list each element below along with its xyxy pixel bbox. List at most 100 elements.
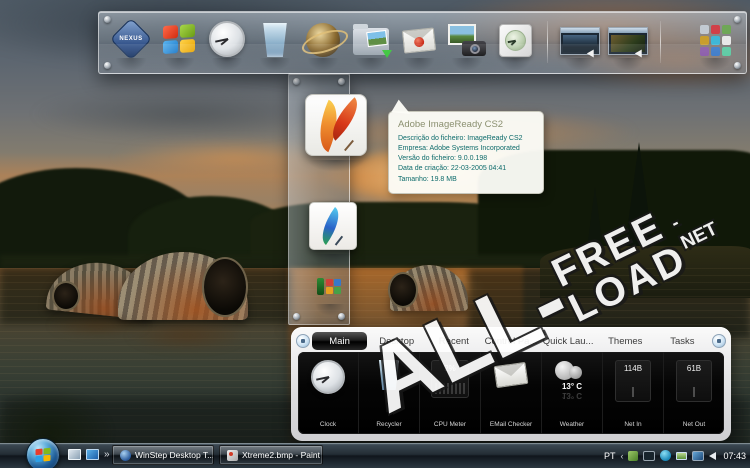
side-dock-item-imageready[interactable] [305, 94, 367, 156]
culvert-opening [202, 257, 248, 317]
recycle-bin-icon [377, 360, 401, 390]
widget-label: Net In [624, 421, 641, 428]
window-preview-icon [560, 27, 600, 55]
start-button[interactable] [26, 438, 60, 468]
widget-recycler[interactable]: Recycler [358, 352, 419, 434]
panel-menu-button[interactable] [296, 334, 310, 348]
tab-themes[interactable]: Themes [598, 332, 653, 350]
dock-divider [547, 21, 548, 63]
taskbar-button-paint[interactable]: Xtreme2.bmp - Paint [219, 445, 323, 465]
cloud-icon: 13° C 13° C [552, 360, 592, 400]
screw-icon [293, 78, 300, 85]
widget-label: Clock [320, 421, 336, 428]
feather-icon [314, 207, 347, 245]
analog-clock-icon [209, 21, 245, 57]
temperature-value: 13° C [552, 382, 592, 391]
screw-icon [734, 62, 741, 69]
tab-main[interactable]: Main [312, 332, 367, 350]
dock-item-window-preview-1[interactable] [560, 12, 600, 74]
cpu-meter-icon: 2% [431, 360, 469, 398]
screw-icon [293, 313, 300, 320]
mail-icon [402, 27, 436, 53]
side-dock-item-feather-app[interactable] [309, 202, 357, 250]
quick-launch-app-icon[interactable] [86, 449, 99, 460]
language-indicator[interactable]: PT [604, 451, 616, 461]
widget-label: Net Out [683, 421, 705, 428]
screw-icon [338, 78, 345, 85]
bottle-icon [317, 278, 324, 295]
tooltip-title: Adobe ImageReady CS2 [398, 119, 534, 130]
dock-item-windows-start[interactable] [159, 12, 199, 74]
dock-divider [660, 21, 661, 63]
tray-icon-battery[interactable] [676, 452, 687, 460]
dock-item-desktop-icons[interactable] [695, 12, 735, 74]
net-graph-icon: 114B [615, 360, 651, 402]
tab-quick-launch[interactable]: Quick Lau... [541, 332, 596, 350]
windows-flag-icon [36, 448, 51, 463]
widget-label: EMail Checker [490, 421, 532, 428]
dock-item-recycle-bin[interactable] [255, 12, 295, 74]
tray-icon-green-app[interactable] [628, 451, 638, 461]
screw-icon [104, 16, 111, 23]
tray-icon-blue-orb[interactable] [660, 450, 671, 461]
widget-label: Weather [560, 421, 584, 428]
nexus-logo-icon: NEXUS [110, 18, 152, 60]
screw-icon [734, 16, 741, 23]
overflow-chevron[interactable]: » [104, 449, 110, 460]
widget-label: Recycler [376, 421, 401, 428]
tray-clock[interactable]: 07:43 [723, 451, 746, 461]
show-desktop-icon[interactable] [68, 449, 81, 460]
side-dock-item-app-cluster[interactable] [317, 272, 342, 299]
taskbar-button-label: WinStep Desktop T... [135, 450, 214, 460]
culvert-opening [52, 281, 80, 311]
dock-item-internet[interactable] [303, 12, 343, 74]
widget-label: CPU Meter [434, 421, 466, 428]
tray-icon-display[interactable] [643, 451, 655, 461]
widget-email-checker[interactable]: EMail Checker [480, 352, 541, 434]
widget-weather[interactable]: 13° C 13° C Weather [541, 352, 602, 434]
quick-launch: » [68, 449, 110, 460]
dock-item-nexus[interactable]: NEXUS [111, 12, 151, 74]
widget-panel: Main Desktop Recent Control Pa... Quick … [291, 327, 731, 441]
nexus-dock: NEXUS [98, 11, 747, 74]
tab-tasks[interactable]: Tasks [655, 332, 710, 350]
widget-net-out[interactable]: 61B Net Out [663, 352, 724, 434]
tray-collapse-chevron[interactable]: ‹ [620, 451, 623, 461]
tab-desktop[interactable]: Desktop [369, 332, 424, 350]
tab-control-panel[interactable]: Control Pa... [483, 332, 538, 350]
dock-item-photo-frame[interactable] [495, 12, 535, 74]
system-tray: PT ‹ 07:43 [604, 443, 746, 468]
widget-clock[interactable]: Clock [298, 352, 358, 434]
envelope-icon [494, 362, 529, 388]
dock-item-window-preview-2[interactable] [608, 12, 648, 74]
pipe-reflection [48, 312, 150, 338]
windows-flag-icon [163, 24, 195, 54]
taskbar: » WinStep Desktop T... Xtreme2.bmp - Pai… [0, 443, 750, 468]
icon-reflection [311, 254, 355, 266]
dock-item-pictures-folder[interactable] [351, 12, 391, 74]
widget-tab-bar: Main Desktop Recent Control Pa... Quick … [294, 329, 728, 352]
widget-cpu-meter[interactable]: 2% CPU Meter [419, 352, 480, 434]
volume-icon[interactable] [709, 452, 716, 460]
temperature-reflection: 13° C [552, 391, 592, 400]
tab-recent[interactable]: Recent [426, 332, 481, 350]
net-in-value: 114B [616, 364, 650, 373]
widget-panel-content: Clock Recycler 2% CPU Meter EMail Checke… [298, 352, 724, 434]
side-dock [288, 73, 350, 325]
folder-icon [353, 28, 389, 55]
icons-grid-icon [700, 25, 731, 74]
panel-options-button[interactable] [712, 334, 726, 348]
paint-app-icon [227, 450, 238, 461]
tooltip-line: Versão do ficheiro: 9.0.0.198 [398, 154, 534, 164]
tooltip-line: Data de criação: 22-03-2005 04:41 [398, 164, 534, 174]
net-out-value: 61B [677, 364, 711, 373]
recycle-bin-icon [261, 23, 289, 57]
globe-icon [306, 23, 340, 57]
taskbar-button-winstep[interactable]: WinStep Desktop T... [112, 445, 214, 465]
tray-icon-network[interactable] [692, 451, 704, 461]
dock-item-camera[interactable] [447, 12, 487, 74]
dock-item-clock[interactable] [207, 12, 247, 74]
widget-net-in[interactable]: 114B Net In [602, 352, 663, 434]
net-graph-icon: 61B [676, 360, 712, 402]
dock-item-mail[interactable] [399, 12, 439, 74]
